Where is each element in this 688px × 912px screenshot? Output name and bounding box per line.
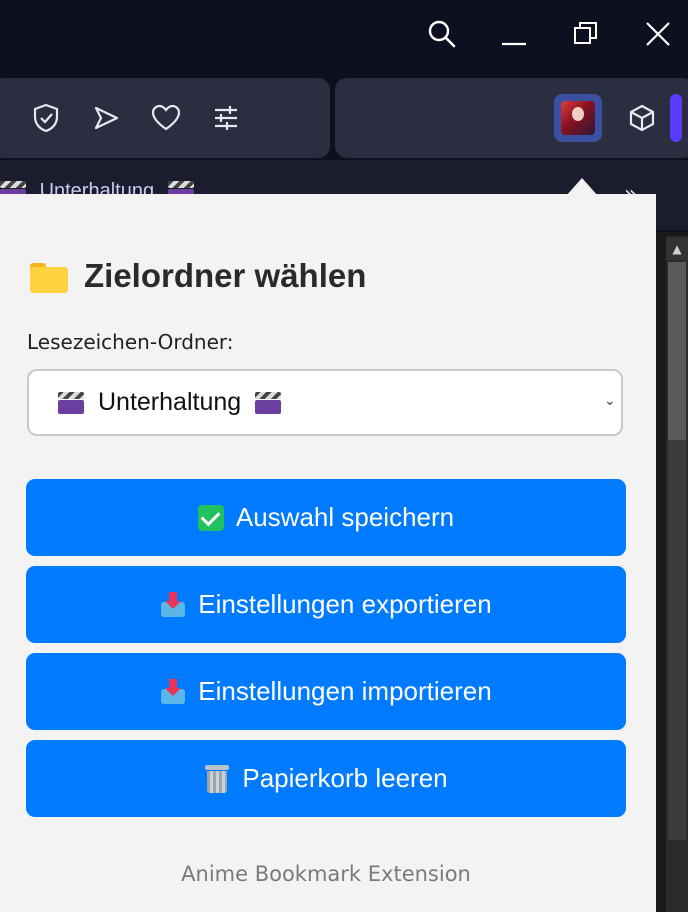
empty-trash-label: Papierkorb leeren [242,763,448,793]
chevron-down-icon[interactable]: ⌄ [604,393,616,409]
scrollbar-track-lower [668,440,686,840]
avatar [561,101,595,135]
folder-select-label: Lesezeichen-Ordner: [27,330,234,354]
shield-check-icon[interactable] [28,100,64,136]
selected-folder-label: Unterhaltung [98,388,242,416]
restore-icon[interactable] [566,14,606,54]
check-icon [197,504,224,531]
folder-icon [30,261,68,293]
clapper-icon [255,391,282,414]
import-settings-label: Einstellungen importieren [198,676,492,706]
sidebar-accent [670,94,682,142]
folder-select-value[interactable]: Unterhaltung [58,388,282,417]
cube-icon[interactable] [624,100,660,136]
outbox-tray-icon [160,591,186,618]
export-settings-label: Einstellungen exportieren [198,589,492,619]
inbox-tray-icon [160,678,186,705]
page-title: Zielordner wählen [84,257,367,294]
heart-icon[interactable] [148,100,184,136]
close-icon[interactable] [638,14,678,54]
sliders-icon[interactable] [208,100,244,136]
send-icon[interactable] [88,100,124,136]
save-selection-button[interactable]: Auswahl speichern [26,479,626,556]
scroll-up-arrow-icon[interactable]: ▲ [666,238,688,260]
popup-title: Zielordner wählen [30,254,366,298]
search-icon[interactable] [422,14,462,54]
import-settings-button[interactable]: Einstellungen importieren [26,653,626,730]
minimize-icon[interactable] [494,14,534,54]
popup-footer: Anime Bookmark Extension [181,862,471,886]
empty-trash-button[interactable]: Papierkorb leeren [26,740,626,817]
extension-avatar-icon[interactable] [554,94,602,142]
export-settings-button[interactable]: Einstellungen exportieren [26,566,626,643]
save-selection-label: Auswahl speichern [235,502,455,532]
trash-icon [204,764,230,793]
clapper-icon [58,391,84,414]
scrollbar-thumb[interactable] [668,262,686,440]
